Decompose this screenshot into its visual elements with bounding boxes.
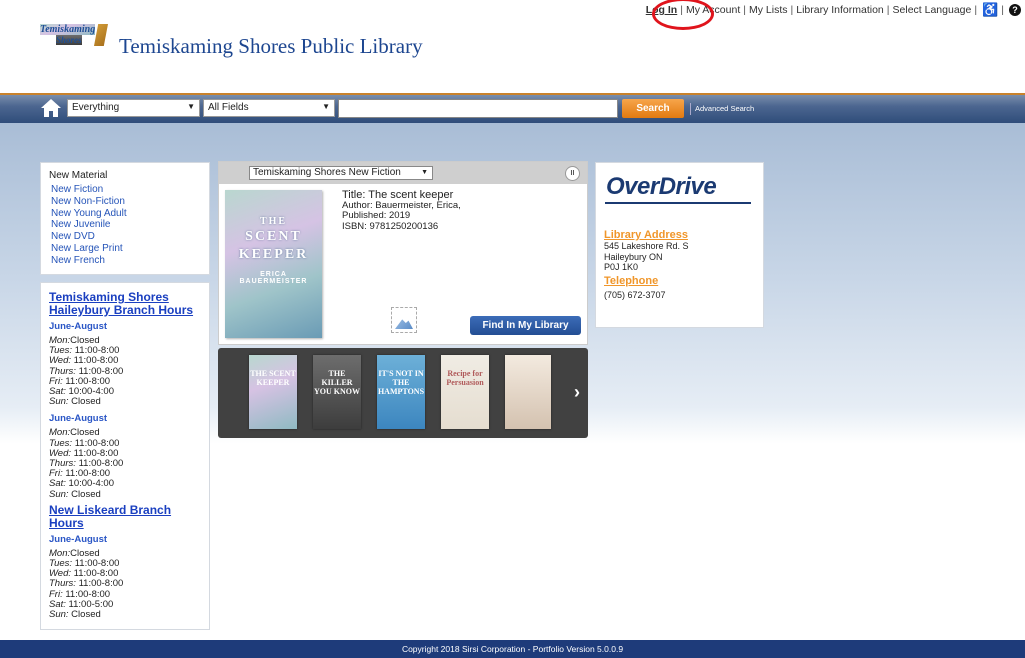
- book-title: Title: The scent keeper: [342, 189, 454, 201]
- separator: |: [974, 4, 978, 16]
- address-line: P0J 1K0: [604, 262, 639, 272]
- login-link[interactable]: Log In: [646, 4, 678, 16]
- hours-row: Sun: Closed: [49, 609, 201, 621]
- separator: |: [1001, 4, 1004, 16]
- accessibility-icon[interactable]: ♿: [982, 2, 998, 18]
- season-label: June-August: [49, 321, 108, 332]
- day-label: Sun:: [49, 488, 69, 500]
- book-published: Published: 2019: [342, 210, 411, 221]
- dropdown-arrow-icon: ▼: [322, 102, 330, 111]
- cover-title-line2: SCENT: [245, 229, 302, 244]
- book-cover[interactable]: THE SCENT KEEPER ERICA BAUERMEISTER: [225, 190, 322, 338]
- logo-mark-icon: [94, 24, 108, 46]
- thumbnail-title: THE SCENT KEEPER: [250, 369, 296, 387]
- season-label: June-August: [49, 533, 108, 545]
- thumbnail-cover[interactable]: IT'S NOT IN THE HAMPTONS: [377, 355, 425, 429]
- library-logo[interactable]: Temiskaming Shores: [38, 22, 108, 50]
- chevron-right-icon[interactable]: ›: [574, 382, 580, 403]
- dropdown-arrow-icon: ▼: [187, 102, 195, 111]
- featured-carousel: Temiskaming Shores New Fiction ▼ II THE …: [218, 161, 588, 345]
- footer: Copyright 2018 Sirsi Corporation - Portf…: [0, 640, 1025, 658]
- cover-title-line3: KEEPER: [238, 247, 309, 262]
- thumbnail-cover[interactable]: [505, 355, 551, 429]
- library-address-link[interactable]: Library Address: [604, 229, 755, 241]
- new-material-link-juvenile[interactable]: New Juvenile: [49, 219, 201, 231]
- logo-text-line2: Shores: [56, 35, 82, 45]
- separator: |: [790, 4, 794, 16]
- thumbnail-title: THE KILLER YOU KNOW: [314, 369, 360, 396]
- cover-author-line1: ERICA: [260, 271, 287, 278]
- search-input[interactable]: [338, 99, 618, 118]
- day-label: Sun:: [49, 396, 69, 408]
- new-material-heading: New Material: [49, 170, 108, 181]
- new-material-link-french[interactable]: New French: [49, 255, 201, 267]
- telephone-link[interactable]: Telephone: [604, 275, 755, 287]
- hours-value: Closed: [68, 488, 101, 500]
- thumbnail-cover[interactable]: THE SCENT KEEPER: [249, 355, 297, 429]
- thumbnail-cover[interactable]: THE KILLER YOU KNOW: [313, 355, 361, 429]
- top-links: Log In | My Account | My Lists | Library…: [646, 2, 1021, 18]
- search-button[interactable]: Search: [622, 99, 684, 118]
- hours-value: Closed: [68, 609, 101, 621]
- book-isbn: ISBN: 9781250200136: [342, 220, 439, 232]
- separator: |: [743, 4, 746, 16]
- new-material-link-nonfiction[interactable]: New Non-Fiction: [49, 196, 201, 208]
- separator: |: [886, 4, 890, 16]
- help-icon[interactable]: ?: [1009, 4, 1021, 16]
- new-liskeard-branch-hours-link[interactable]: New Liskeard Branch Hours: [49, 503, 201, 530]
- home-icon[interactable]: [40, 98, 62, 118]
- haileybury-branch-hours-link[interactable]: Temiskaming Shores Haileybury Branch Hou…: [49, 291, 201, 317]
- dropdown-arrow-icon: ▼: [421, 169, 428, 176]
- pause-button[interactable]: II: [565, 166, 580, 181]
- new-material-link-dvd[interactable]: New DVD: [49, 231, 201, 243]
- search-bar: Everything ▼ All Fields ▼ Search Advance…: [0, 93, 1025, 123]
- new-material-link-fiction[interactable]: New Fiction: [49, 184, 201, 196]
- overdrive-underline: [605, 202, 751, 204]
- thumbnail-title: Recipe for Persuasion: [446, 369, 484, 387]
- select-language-link[interactable]: Select Language: [893, 4, 972, 16]
- my-account-link[interactable]: My Account: [686, 4, 740, 16]
- new-material-link-young-adult[interactable]: New Young Adult: [49, 208, 201, 220]
- season-label: June-August: [49, 413, 108, 425]
- address-line: Haileybury ON: [604, 251, 663, 262]
- hours-row: Sun: Closed: [49, 397, 201, 407]
- address-line: 545 Lakeshore Rd. S: [604, 241, 689, 251]
- thumbnail-cover[interactable]: Recipe for Persuasion: [441, 355, 489, 429]
- overdrive-logo[interactable]: OverDrive: [604, 173, 755, 201]
- carousel-toolbar: Temiskaming Shores New Fiction ▼ II: [219, 162, 587, 184]
- logo-text-line1: Temiskaming: [40, 24, 96, 35]
- search-scope-value: Everything: [72, 102, 120, 113]
- my-lists-link[interactable]: My Lists: [749, 4, 788, 16]
- broken-image-icon: [391, 307, 417, 333]
- advanced-search-link[interactable]: Advanced Search: [690, 103, 754, 115]
- info-panel: OverDrive Library Address 545 Lakeshore …: [595, 162, 764, 328]
- list-select-value: Temiskaming Shores New Fiction: [253, 167, 401, 178]
- search-scope-select[interactable]: Everything ▼: [67, 99, 200, 117]
- new-material-panel: New Material New Fiction New Non-Fiction…: [40, 162, 210, 275]
- cover-title-line1: THE: [259, 216, 288, 227]
- hours-row: Sun: Closed: [49, 488, 201, 500]
- separator: |: [680, 4, 683, 16]
- hours-value: Closed: [68, 396, 101, 408]
- new-material-link-large-print[interactable]: New Large Print: [49, 243, 201, 255]
- search-field-select[interactable]: All Fields ▼: [203, 99, 335, 117]
- book-details: Title: The scent keeper Author: Bauermei…: [342, 190, 461, 232]
- list-select[interactable]: Temiskaming Shores New Fiction ▼: [249, 166, 433, 180]
- search-field-value: All Fields: [208, 102, 249, 113]
- telephone-number: (705) 672-3707: [604, 289, 666, 300]
- branch-hours-panel: Temiskaming Shores Haileybury Branch Hou…: [40, 282, 210, 630]
- cover-author-line2: BAUERMEISTER: [239, 278, 308, 285]
- find-in-my-library-button[interactable]: Find In My Library: [470, 316, 581, 335]
- thumbnail-title: IT'S NOT IN THE HAMPTONS: [377, 369, 425, 396]
- day-label: Sun:: [49, 609, 69, 621]
- site-title: Temiskaming Shores Public Library: [119, 34, 423, 58]
- library-information-link[interactable]: Library Information: [796, 4, 884, 16]
- thumbnail-strip: THE SCENT KEEPER THE KILLER YOU KNOW IT'…: [218, 348, 588, 438]
